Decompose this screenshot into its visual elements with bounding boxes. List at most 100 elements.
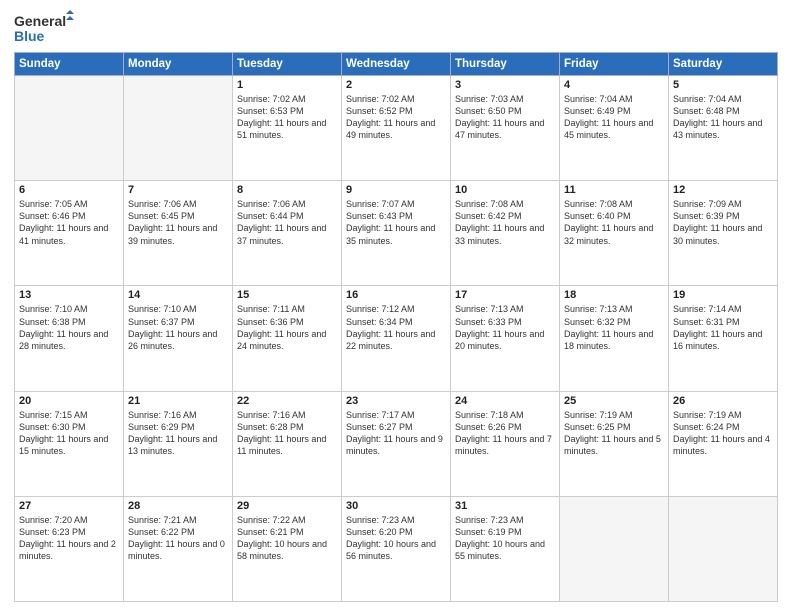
weekday-header-saturday: Saturday [669,53,778,76]
day-number: 3 [455,79,555,91]
day-info: Sunrise: 7:13 AM Sunset: 6:32 PM Dayligh… [564,303,664,352]
day-number: 28 [128,500,228,512]
day-number: 17 [455,289,555,301]
weekday-header-thursday: Thursday [451,53,560,76]
svg-text:General: General [14,13,66,29]
day-info: Sunrise: 7:07 AM Sunset: 6:43 PM Dayligh… [346,198,446,247]
day-info: Sunrise: 7:06 AM Sunset: 6:44 PM Dayligh… [237,198,337,247]
day-number: 15 [237,289,337,301]
calendar-cell [669,496,778,601]
day-number: 4 [564,79,664,91]
calendar-cell: 24Sunrise: 7:18 AM Sunset: 6:26 PM Dayli… [451,391,560,496]
day-number: 18 [564,289,664,301]
day-info: Sunrise: 7:06 AM Sunset: 6:45 PM Dayligh… [128,198,228,247]
calendar-week-row: 27 Sunrise: 7:20 AM Sunset: 6:23 PM Dayli… [15,496,778,601]
calendar-cell: 8Sunrise: 7:06 AM Sunset: 6:44 PM Daylig… [233,181,342,286]
day-info: Sunrise: 7:22 AM Sunset: 6:21 PM Dayligh… [237,514,337,563]
calendar-cell: 26 Sunrise: 7:19 AM Sunset: 6:24 PM Dayli… [669,391,778,496]
calendar-cell: 2Sunrise: 7:02 AM Sunset: 6:52 PM Daylig… [342,76,451,181]
day-info: Sunrise: 7:14 AM Sunset: 6:31 PM Dayligh… [673,303,773,352]
day-number: 9 [346,184,446,196]
calendar-cell: 7 Sunrise: 7:06 AM Sunset: 6:45 PM Daylig… [124,181,233,286]
calendar-table: SundayMondayTuesdayWednesdayThursdayFrid… [14,52,778,602]
calendar-cell [560,496,669,601]
day-number: 23 [346,395,446,407]
day-info: Sunrise: 7:04 AM Sunset: 6:49 PM Dayligh… [564,93,664,142]
day-info: Sunrise: 7:11 AM Sunset: 6:36 PM Dayligh… [237,303,337,352]
day-number: 31 [455,500,555,512]
day-info: Sunrise: 7:09 AM Sunset: 6:39 PM Dayligh… [673,198,773,247]
day-number: 14 [128,289,228,301]
day-info: Sunrise: 7:02 AM Sunset: 6:53 PM Dayligh… [237,93,337,142]
day-number: 11 [564,184,664,196]
weekday-header-monday: Monday [124,53,233,76]
calendar-week-row: 1 Sunrise: 7:02 AM Sunset: 6:53 PM Daylig… [15,76,778,181]
weekday-header-friday: Friday [560,53,669,76]
day-info: Sunrise: 7:21 AM Sunset: 6:22 PM Dayligh… [128,514,228,563]
day-info: Sunrise: 7:16 AM Sunset: 6:28 PM Dayligh… [237,409,337,458]
day-number: 25 [564,395,664,407]
day-info: Sunrise: 7:10 AM Sunset: 6:38 PM Dayligh… [19,303,119,352]
calendar-cell: 5 Sunrise: 7:04 AM Sunset: 6:48 PM Daylig… [669,76,778,181]
day-number: 6 [19,184,119,196]
day-number: 27 [19,500,119,512]
calendar-cell: 4 Sunrise: 7:04 AM Sunset: 6:49 PM Daylig… [560,76,669,181]
day-info: Sunrise: 7:19 AM Sunset: 6:25 PM Dayligh… [564,409,664,458]
logo-svg: General Blue [14,10,74,46]
calendar-cell: 20 Sunrise: 7:15 AM Sunset: 6:30 PM Dayli… [15,391,124,496]
day-info: Sunrise: 7:03 AM Sunset: 6:50 PM Dayligh… [455,93,555,142]
day-number: 26 [673,395,773,407]
day-number: 5 [673,79,773,91]
day-info: Sunrise: 7:18 AM Sunset: 6:26 PM Dayligh… [455,409,555,458]
day-number: 30 [346,500,446,512]
day-info: Sunrise: 7:15 AM Sunset: 6:30 PM Dayligh… [19,409,119,458]
calendar-cell: 17Sunrise: 7:13 AM Sunset: 6:33 PM Dayli… [451,286,560,391]
day-number: 10 [455,184,555,196]
calendar-cell: 11 Sunrise: 7:08 AM Sunset: 6:40 PM Dayli… [560,181,669,286]
day-number: 29 [237,500,337,512]
calendar-cell: 23 Sunrise: 7:17 AM Sunset: 6:27 PM Dayli… [342,391,451,496]
weekday-header-tuesday: Tuesday [233,53,342,76]
calendar-cell: 22 Sunrise: 7:16 AM Sunset: 6:28 PM Dayli… [233,391,342,496]
calendar-cell: 19Sunrise: 7:14 AM Sunset: 6:31 PM Dayli… [669,286,778,391]
day-info: Sunrise: 7:10 AM Sunset: 6:37 PM Dayligh… [128,303,228,352]
day-number: 22 [237,395,337,407]
calendar-cell: 1 Sunrise: 7:02 AM Sunset: 6:53 PM Daylig… [233,76,342,181]
header: General Blue [14,10,778,46]
day-number: 21 [128,395,228,407]
day-number: 20 [19,395,119,407]
day-info: Sunrise: 7:17 AM Sunset: 6:27 PM Dayligh… [346,409,446,458]
day-number: 16 [346,289,446,301]
calendar-cell: 6Sunrise: 7:05 AM Sunset: 6:46 PM Daylig… [15,181,124,286]
day-info: Sunrise: 7:16 AM Sunset: 6:29 PM Dayligh… [128,409,228,458]
calendar-cell: 21 Sunrise: 7:16 AM Sunset: 6:29 PM Dayli… [124,391,233,496]
day-info: Sunrise: 7:23 AM Sunset: 6:20 PM Dayligh… [346,514,446,563]
calendar-week-row: 20 Sunrise: 7:15 AM Sunset: 6:30 PM Dayli… [15,391,778,496]
calendar-cell: 10Sunrise: 7:08 AM Sunset: 6:42 PM Dayli… [451,181,560,286]
calendar-cell: 12 Sunrise: 7:09 AM Sunset: 6:39 PM Dayli… [669,181,778,286]
calendar-cell: 15 Sunrise: 7:11 AM Sunset: 6:36 PM Dayli… [233,286,342,391]
calendar-cell: 27 Sunrise: 7:20 AM Sunset: 6:23 PM Dayli… [15,496,124,601]
calendar-cell: 30 Sunrise: 7:23 AM Sunset: 6:20 PM Dayli… [342,496,451,601]
day-number: 12 [673,184,773,196]
day-info: Sunrise: 7:08 AM Sunset: 6:40 PM Dayligh… [564,198,664,247]
calendar-cell [15,76,124,181]
day-info: Sunrise: 7:02 AM Sunset: 6:52 PM Dayligh… [346,93,446,142]
logo: General Blue [14,10,74,46]
weekday-header-row: SundayMondayTuesdayWednesdayThursdayFrid… [15,53,778,76]
day-number: 1 [237,79,337,91]
day-number: 7 [128,184,228,196]
calendar-cell: 16Sunrise: 7:12 AM Sunset: 6:34 PM Dayli… [342,286,451,391]
calendar-week-row: 13Sunrise: 7:10 AM Sunset: 6:38 PM Dayli… [15,286,778,391]
calendar-cell: 18 Sunrise: 7:13 AM Sunset: 6:32 PM Dayli… [560,286,669,391]
day-info: Sunrise: 7:23 AM Sunset: 6:19 PM Dayligh… [455,514,555,563]
calendar-cell: 14 Sunrise: 7:10 AM Sunset: 6:37 PM Dayli… [124,286,233,391]
weekday-header-sunday: Sunday [15,53,124,76]
day-info: Sunrise: 7:20 AM Sunset: 6:23 PM Dayligh… [19,514,119,563]
day-info: Sunrise: 7:19 AM Sunset: 6:24 PM Dayligh… [673,409,773,458]
calendar-week-row: 6Sunrise: 7:05 AM Sunset: 6:46 PM Daylig… [15,181,778,286]
calendar-cell: 13Sunrise: 7:10 AM Sunset: 6:38 PM Dayli… [15,286,124,391]
day-info: Sunrise: 7:04 AM Sunset: 6:48 PM Dayligh… [673,93,773,142]
calendar-cell: 29 Sunrise: 7:22 AM Sunset: 6:21 PM Dayli… [233,496,342,601]
svg-text:Blue: Blue [14,28,45,44]
